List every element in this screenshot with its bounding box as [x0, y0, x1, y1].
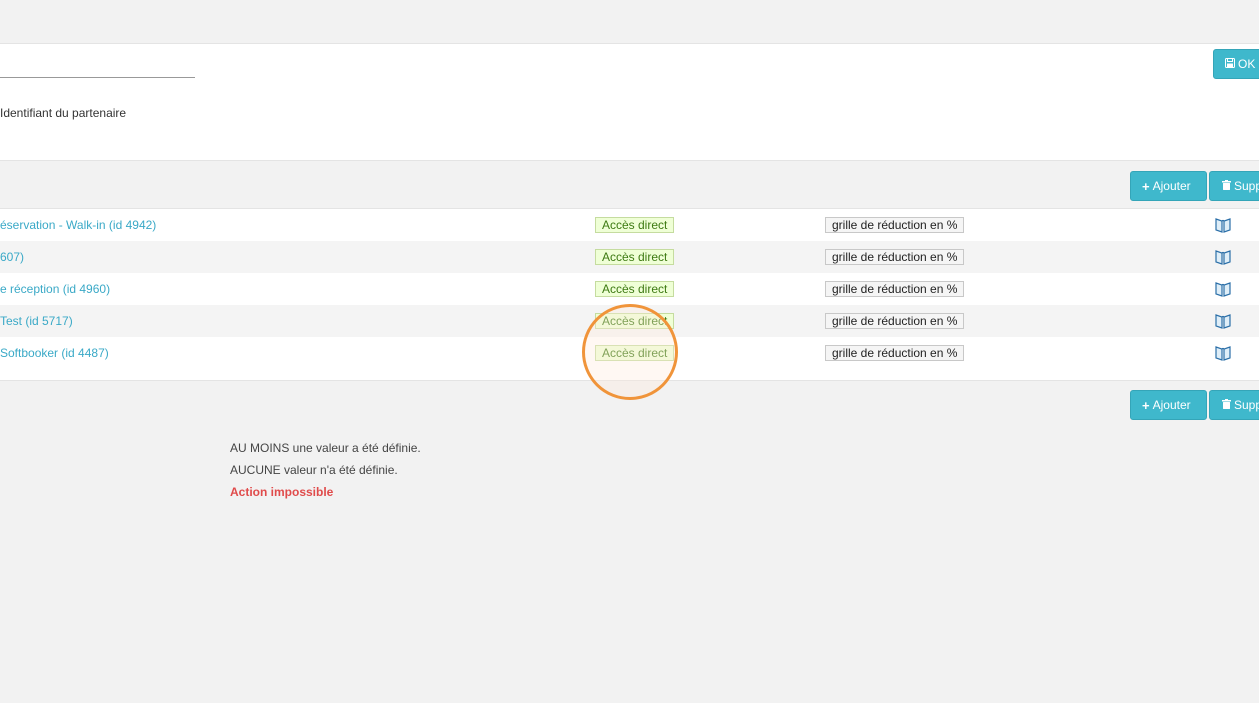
add-button-label: Ajouter	[1152, 398, 1191, 412]
access-badge: Accès direct	[595, 217, 675, 233]
access-badge: Accès direct	[595, 249, 675, 265]
table-row: Softbooker (id 4487) Accès direct grille…	[0, 337, 1259, 369]
book-icon[interactable]	[1214, 312, 1232, 330]
add-button-bottom[interactable]: + Ajouter	[1130, 390, 1207, 420]
book-icon[interactable]	[1214, 344, 1232, 362]
ok-button[interactable]: OK	[1213, 49, 1259, 79]
table-row: 607) Accès direct grille de réduction en…	[0, 241, 1259, 273]
legend-defined: AU MOINS une valeur a été définie.	[230, 441, 421, 455]
partner-name-link[interactable]: Test (id 5717)	[0, 314, 73, 328]
table-row: éservation - Walk-in (id 4942) Accès dir…	[0, 209, 1259, 241]
table-row: Test (id 5717) Accès direct grille de ré…	[0, 305, 1259, 337]
save-icon	[1225, 57, 1235, 71]
discount-grid-badge[interactable]: grille de réduction en %	[825, 217, 965, 233]
trash-icon	[1222, 179, 1231, 193]
add-button-top[interactable]: + Ajouter	[1130, 171, 1207, 201]
delete-button-label: Supp	[1234, 179, 1259, 193]
discount-grid-badge[interactable]: grille de réduction en %	[825, 249, 965, 265]
trash-icon	[1222, 398, 1231, 412]
discount-grid-badge[interactable]: grille de réduction en %	[825, 281, 965, 297]
partner-id-label: Identifiant du partenaire	[0, 106, 127, 120]
legend-impossible: Action impossible	[230, 485, 334, 499]
legend-undefined: AUCUNE valeur n'a été définie.	[230, 463, 398, 477]
partner-name-link[interactable]: Softbooker (id 4487)	[0, 346, 109, 360]
discount-grid-badge[interactable]: grille de réduction en %	[825, 313, 965, 329]
plus-icon: +	[1142, 178, 1150, 194]
access-badge: Accès direct	[595, 345, 675, 361]
access-badge: Accès direct	[595, 313, 675, 329]
partner-table: éservation - Walk-in (id 4942) Accès dir…	[0, 208, 1259, 381]
delete-button-label: Supp	[1234, 398, 1259, 412]
delete-button-top[interactable]: Supp	[1209, 171, 1259, 201]
plus-icon: +	[1142, 397, 1150, 413]
ok-button-label: OK	[1238, 57, 1256, 71]
delete-button-bottom[interactable]: Supp	[1209, 390, 1259, 420]
book-icon[interactable]	[1214, 248, 1232, 266]
top-band	[0, 0, 1259, 44]
form-panel	[0, 44, 1259, 161]
add-button-label: Ajouter	[1152, 179, 1191, 193]
book-icon[interactable]	[1214, 280, 1232, 298]
partner-name-link[interactable]: e réception (id 4960)	[0, 282, 110, 296]
partner-name-link[interactable]: éservation - Walk-in (id 4942)	[0, 218, 156, 232]
access-badge: Accès direct	[595, 281, 675, 297]
discount-grid-badge[interactable]: grille de réduction en %	[825, 345, 965, 361]
book-icon[interactable]	[1214, 216, 1232, 234]
name-input[interactable]	[0, 77, 195, 78]
table-row: e réception (id 4960) Accès direct grill…	[0, 273, 1259, 305]
partner-name-link[interactable]: 607)	[0, 250, 24, 264]
